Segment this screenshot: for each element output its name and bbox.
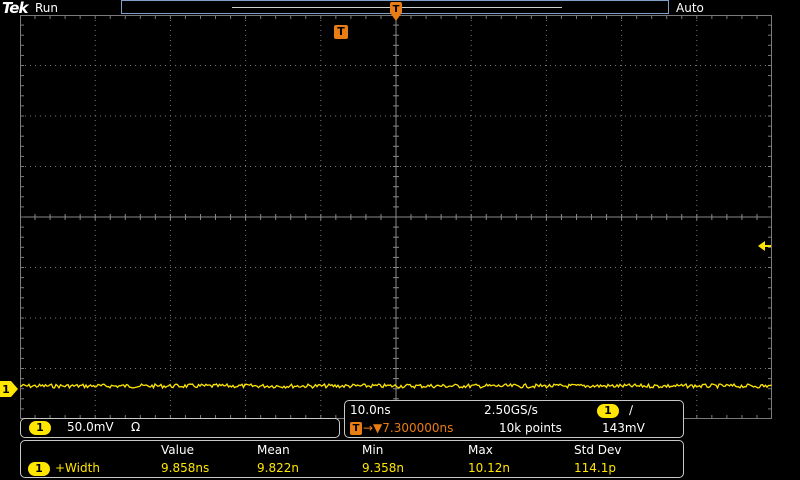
ch1-badge: 1 [29, 421, 51, 435]
meas-header-value: Value [161, 443, 194, 457]
meas-header-max: Max [468, 443, 493, 457]
waveform-display[interactable] [20, 15, 772, 419]
trigger-delay-icon: T [350, 422, 362, 435]
meas-max: 10.12n [468, 461, 510, 475]
ch1-vertical-scale: 50.0mV [67, 420, 114, 434]
meas-min: 9.358n [362, 461, 404, 475]
trigger-source-badge: 1 [597, 404, 619, 418]
trigger-delay: →▼7.300000ns [363, 421, 454, 435]
trigger-level-arrow-icon[interactable] [758, 239, 772, 253]
ch1-ground-marker-icon[interactable]: 1 [0, 381, 18, 397]
acquisition-state[interactable]: Run [35, 1, 58, 15]
graticule [20, 15, 772, 419]
measurement-panel[interactable]: Value Mean Min Max Std Dev 1 +Width 9.85… [20, 440, 684, 478]
meas-name[interactable]: +Width [55, 461, 100, 475]
svg-text:T: T [393, 4, 400, 15]
meas-mean: 9.822n [257, 461, 299, 475]
ch1-marker-label: 1 [2, 383, 10, 396]
horizontal-trigger-panel[interactable]: 10.0ns 2.50GS/s 1 ∕ T →▼7.300000ns 10k p… [344, 400, 684, 438]
ch1-termination-icon: Ω [131, 420, 141, 434]
meas-value: 9.858ns [161, 461, 210, 475]
trigger-slope-icon: ∕ [629, 403, 634, 417]
meas-header-std-dev: Std Dev [574, 443, 622, 457]
time-per-division: 10.0ns [350, 403, 391, 417]
meas-header-mean: Mean [257, 443, 290, 457]
trigger-point-icon: T [334, 25, 348, 39]
trigger-level: 143mV [602, 421, 645, 435]
record-length: 10k points [499, 421, 562, 435]
meas-source-badge: 1 [28, 462, 50, 476]
sample-rate: 2.50GS/s [484, 403, 538, 417]
trigger-mode[interactable]: Auto [676, 1, 704, 15]
trigger-position-icon[interactable]: T [390, 2, 402, 22]
meas-std-dev: 114.1p [574, 461, 616, 475]
meas-header-min: Min [362, 443, 384, 457]
channel1-settings-panel[interactable]: 1 50.0mV Ω [20, 418, 340, 438]
